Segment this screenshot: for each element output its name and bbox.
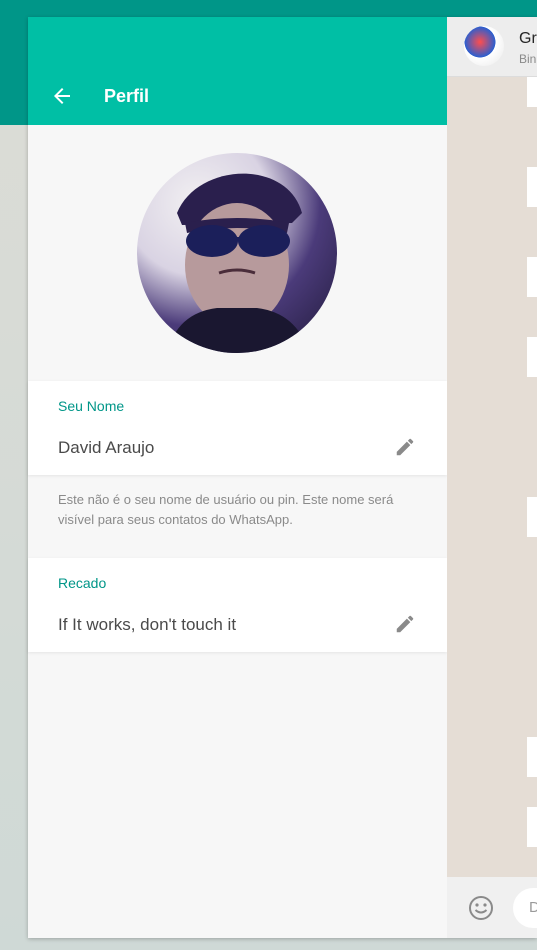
message-bubble (527, 167, 537, 207)
name-section: Seu Nome David Araujo (28, 381, 447, 475)
app-window: Perfil Seu Nome David Araujo Este não é … (28, 17, 537, 938)
contact-subtitle: Bin (519, 52, 537, 66)
message-input[interactable]: D (513, 888, 537, 928)
contact-avatar[interactable] (464, 26, 504, 66)
contact-name: Gri (519, 30, 537, 47)
name-value: David Araujo (58, 438, 155, 457)
back-button[interactable] (50, 84, 74, 108)
message-bubble (527, 807, 537, 847)
name-label: Seu Nome (58, 398, 125, 414)
message-bubble (527, 77, 537, 107)
chat-header[interactable]: Gri Bin (447, 17, 537, 77)
message-bubble (527, 337, 537, 377)
drawer-title: Perfil (104, 86, 150, 106)
message-bubble (527, 737, 537, 777)
name-hint: Este não é o seu nome de usuário ou pin.… (58, 492, 394, 527)
message-bubble (527, 497, 537, 537)
message-bubble (527, 257, 537, 297)
edit-about-button[interactable] (394, 613, 416, 635)
about-label: Recado (58, 575, 107, 591)
about-section: Recado If It works, don't touch it (28, 558, 447, 652)
profile-avatar[interactable] (137, 153, 337, 353)
drawer-header: Perfil (28, 17, 447, 125)
chat-footer: D (447, 877, 537, 938)
about-value: If It works, don't touch it (58, 615, 237, 634)
pencil-icon (396, 615, 414, 633)
edit-name-button[interactable] (394, 436, 416, 458)
chat-pane: Gri Bin D (447, 17, 537, 938)
arrow-back-icon (54, 88, 70, 104)
emoji-button[interactable] (467, 894, 495, 922)
chat-messages (447, 77, 537, 877)
pencil-icon (396, 438, 414, 456)
profile-drawer: Perfil Seu Nome David Araujo Este não é … (28, 17, 447, 938)
emoji-icon (469, 896, 493, 920)
